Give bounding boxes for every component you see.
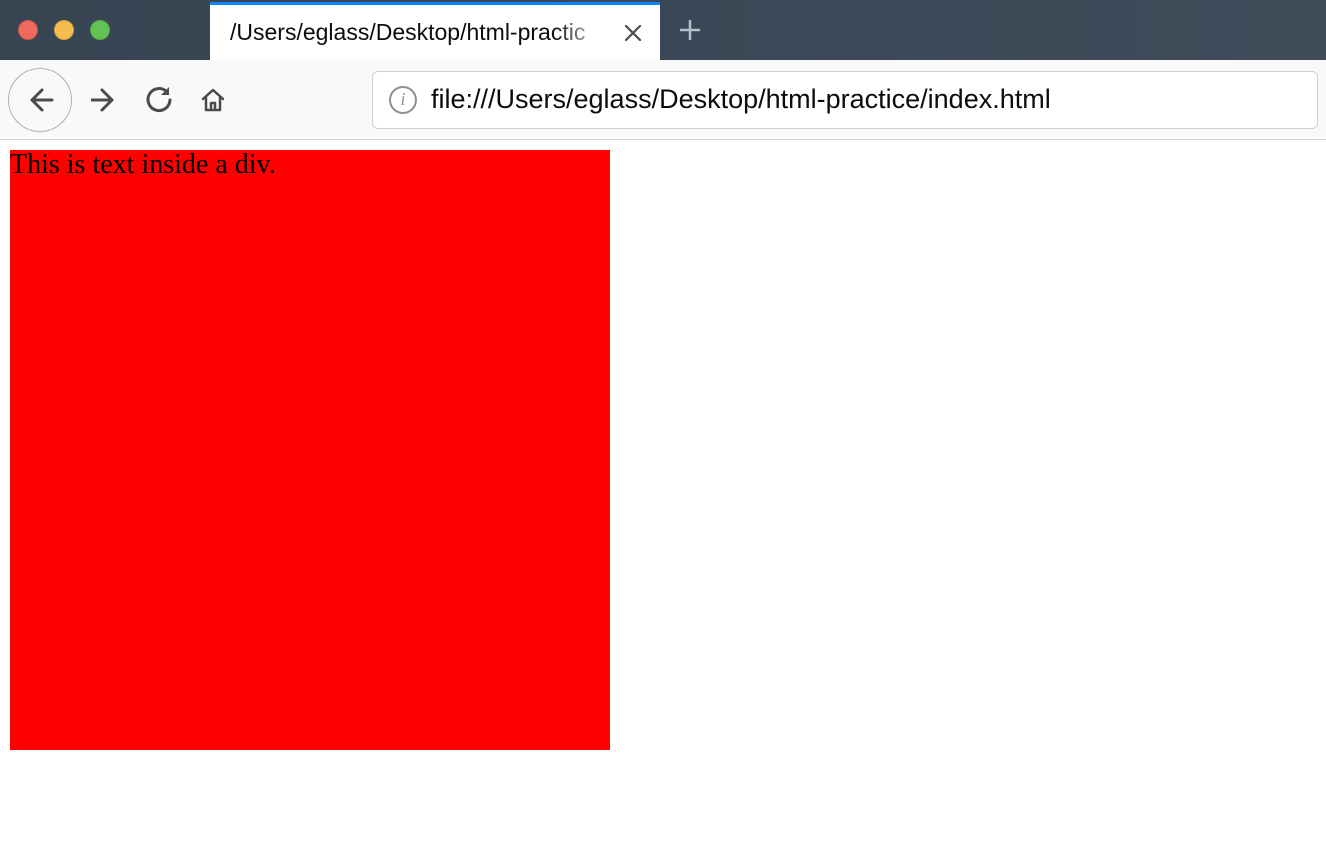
close-window-button[interactable]	[18, 20, 38, 40]
content-div: This is text inside a div.	[10, 150, 610, 750]
tab-title: /Users/eglass/Desktop/html-practic	[230, 19, 610, 46]
traffic-lights	[0, 0, 210, 60]
div-text: This is text inside a div.	[10, 149, 276, 180]
forward-arrow-icon	[91, 86, 119, 114]
back-arrow-icon	[25, 85, 55, 115]
reload-button[interactable]	[134, 75, 184, 125]
new-tab-button[interactable]	[660, 0, 720, 60]
browser-toolbar: i file:///Users/eglass/Desktop/html-prac…	[0, 60, 1326, 140]
home-button[interactable]	[188, 75, 238, 125]
back-button[interactable]	[8, 68, 72, 132]
plus-icon	[678, 18, 702, 42]
url-text: file:///Users/eglass/Desktop/html-practi…	[431, 84, 1051, 115]
active-tab[interactable]: /Users/eglass/Desktop/html-practic	[210, 2, 660, 60]
home-icon	[199, 86, 227, 114]
window-titlebar: /Users/eglass/Desktop/html-practic	[0, 0, 1326, 60]
close-tab-button[interactable]	[618, 18, 648, 48]
address-bar[interactable]: i file:///Users/eglass/Desktop/html-prac…	[372, 71, 1318, 129]
minimize-window-button[interactable]	[54, 20, 74, 40]
page-viewport: This is text inside a div.	[0, 140, 1326, 760]
maximize-window-button[interactable]	[90, 20, 110, 40]
page-info-icon[interactable]: i	[389, 86, 417, 114]
reload-icon	[145, 86, 173, 114]
close-icon	[624, 24, 642, 42]
forward-button[interactable]	[80, 75, 130, 125]
